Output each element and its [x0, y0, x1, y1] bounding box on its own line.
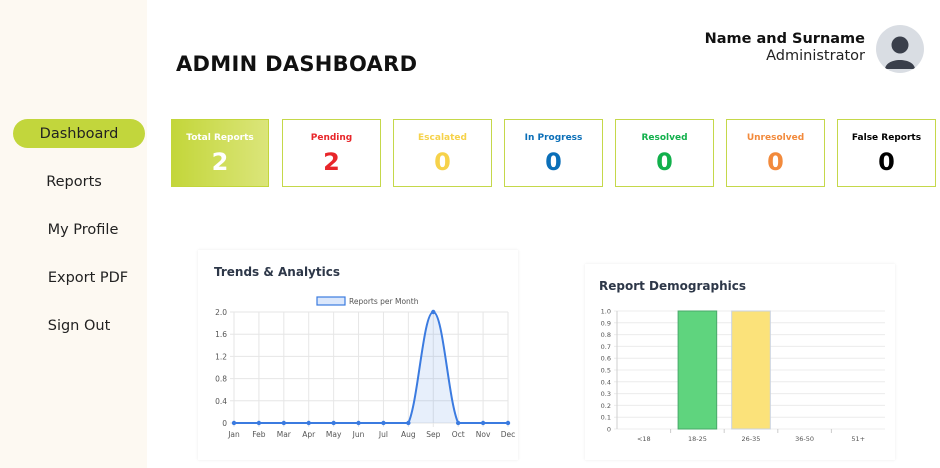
sidebar-item-my-profile[interactable]: My Profile — [17, 215, 149, 244]
y-tick-label: 0.1 — [601, 414, 611, 422]
bar-26-35 — [731, 310, 771, 430]
card-value: 0 — [767, 148, 784, 176]
card-value: 0 — [878, 148, 895, 176]
y-tick-label: 0.6 — [601, 355, 611, 363]
card-label: Pending — [310, 133, 353, 143]
series-line — [234, 310, 508, 424]
data-point — [480, 420, 486, 426]
user-role: Administrator — [766, 48, 865, 64]
data-point — [455, 420, 461, 426]
data-point — [505, 420, 511, 426]
x-tick-label: Dec — [501, 430, 516, 439]
card-value: 2 — [323, 148, 340, 176]
y-tick-label: 0.5 — [601, 367, 611, 375]
card-label: In Progress — [524, 133, 583, 143]
x-tick-label: 36-50 — [795, 435, 814, 443]
card-label: Escalated — [418, 133, 467, 143]
data-point — [381, 420, 386, 426]
y-tick-label: 0.4 — [601, 378, 611, 386]
legend-label: Reports per Month — [349, 297, 419, 306]
legend-swatch — [316, 296, 346, 306]
data-point — [306, 420, 311, 426]
y-tick-label: 1.6 — [215, 330, 227, 339]
card-pending[interactable]: Pending 2 — [282, 119, 381, 187]
data-point — [406, 420, 411, 426]
x-tick-label: Nov — [476, 430, 491, 439]
card-label: Resolved — [641, 133, 688, 143]
sidebar: Dashboard Reports My Profile Export PDF … — [0, 0, 147, 468]
page-title: ADMIN DASHBOARD — [176, 52, 418, 76]
bar-18-25 — [677, 310, 718, 430]
y-tick-label: 2.0 — [215, 308, 227, 317]
x-tick-label: 18-25 — [688, 435, 707, 443]
x-tick-label: Jul — [378, 430, 388, 439]
card-resolved[interactable]: Resolved 0 — [615, 119, 714, 187]
card-label: False Reports — [851, 133, 922, 143]
card-false-reports[interactable]: False Reports 0 — [837, 119, 936, 187]
card-value: 0 — [545, 148, 562, 176]
data-point — [256, 420, 262, 426]
x-tick-label: Mar — [277, 430, 292, 439]
y-tick-label: 0.2 — [601, 402, 611, 410]
demographics-panel: Report Demographics 0 0.1 0.2 0.3 0.4 0.5 0.6 0… — [585, 264, 895, 460]
y-tick-label: 0.4 — [215, 397, 227, 406]
card-value: 2 — [211, 148, 229, 176]
card-escalated[interactable]: Escalated 0 — [393, 119, 492, 187]
y-tick-label: 0 — [222, 419, 227, 428]
data-point — [431, 309, 436, 315]
x-tick-label: <18 — [637, 435, 651, 443]
avatar-silhouette — [885, 36, 915, 69]
x-tick-label: Oct — [452, 430, 465, 439]
card-total-reports[interactable]: Total Reports 2 — [171, 119, 269, 187]
sidebar-item-reports[interactable]: Reports — [8, 167, 140, 196]
x-tick-label: May — [326, 430, 342, 439]
x-tick-label: 26-35 — [742, 435, 761, 443]
data-point — [281, 420, 287, 426]
card-value: 0 — [434, 148, 451, 176]
y-tick-label: 1.0 — [601, 308, 611, 316]
card-label: Unresolved — [746, 133, 805, 143]
x-tick-label: Jun — [352, 430, 365, 439]
line-area-fill — [234, 312, 508, 423]
x-tick-label: 51+ — [851, 435, 865, 443]
data-point — [231, 420, 237, 426]
user-avatar-icon[interactable] — [876, 25, 924, 73]
y-tick-label: 0.7 — [601, 343, 611, 351]
sidebar-item-export-pdf[interactable]: Export PDF — [22, 263, 154, 292]
bar-chart: 0 0.1 0.2 0.3 0.4 0.5 0.6 0.7 0.8 0.9 1.0 <18 18-25 2… — [601, 308, 885, 443]
x-tick-label: Aug — [401, 430, 416, 439]
y-tick-label: 0.8 — [215, 375, 227, 384]
y-tick-label: 0.3 — [601, 390, 611, 398]
card-label: Total Reports — [186, 133, 254, 143]
line-chart: 0 0.4 0.8 1.2 1.6 2.0 Jan Feb Mar Apr May Jun Jul Aug… — [215, 296, 516, 439]
data-point — [356, 420, 361, 426]
x-tick-label: Sep — [426, 430, 440, 439]
y-tick-label: 0.8 — [601, 331, 611, 339]
y-tick-label: 1.2 — [215, 352, 227, 361]
card-unresolved[interactable]: Unresolved 0 — [726, 119, 825, 187]
card-in-progress[interactable]: In Progress 0 — [504, 119, 603, 187]
user-info: Name and Surname Administrator — [705, 31, 865, 64]
user-name: Name and Surname — [704, 31, 865, 47]
data-point — [331, 420, 336, 426]
sidebar-item-dashboard[interactable]: Dashboard — [13, 119, 145, 148]
y-tick-label: 0.9 — [601, 319, 611, 327]
card-value: 0 — [656, 148, 673, 176]
x-tick-label: Jan — [227, 430, 240, 439]
trends-panel: Trends & Analytics 0 0.4 0.8 1.2 1.6 2.0 Jan Fe… — [198, 250, 518, 460]
sidebar-item-sign-out[interactable]: Sign Out — [13, 311, 145, 340]
y-tick-label: 0 — [607, 426, 611, 434]
x-tick-label: Feb — [252, 430, 266, 439]
x-tick-label: Apr — [302, 430, 316, 439]
